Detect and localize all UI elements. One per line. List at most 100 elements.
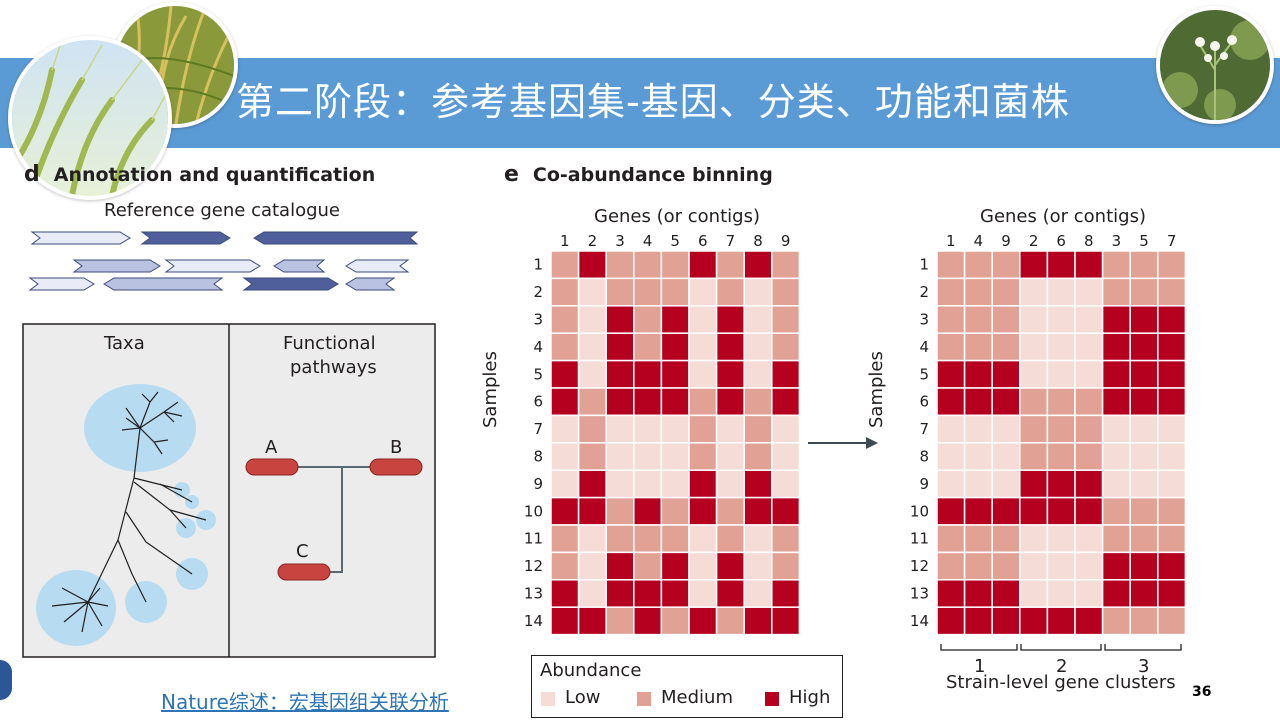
heatmap-cell [1074,551,1104,581]
heatmap-cell [1157,442,1187,471]
heatmap-cell [743,305,773,334]
heatmap-cell [688,359,718,389]
heatmap-cell [771,606,801,636]
row-label: 10 [524,502,543,520]
column-label: 3 [1112,232,1122,250]
heatmap-cell [1157,469,1187,499]
heatmap-cell [936,496,966,526]
column-label: 4 [974,232,984,250]
heatmap-cell [633,579,663,608]
heatmap-cell [1129,524,1159,554]
heatmap-cell [771,442,801,471]
heatmap-cell [1074,469,1104,499]
heatmap-cell [660,332,690,362]
heatmap-cell [1019,606,1049,636]
heatmap-cell [605,387,635,417]
heatmap-cell [1019,469,1049,499]
heatmap-cell [771,277,801,307]
abundance-legend: Abundance Low Medium High [531,655,843,718]
heatmap-cell [1019,305,1049,334]
heatmap-cell [1046,496,1076,526]
heatmap-cell [550,524,580,554]
heatmap-cell [715,387,745,417]
heatmap-cell [550,305,580,334]
heatmap-cell [771,359,801,389]
heatmap-cell [936,277,966,307]
heatmap-cell [660,359,690,389]
heatmap-cell [743,579,773,608]
heatmap-cell [1129,332,1159,362]
heatmap-cell [1046,359,1076,389]
heatmap-cell [550,387,580,417]
nature-review-link[interactable]: Nature综述：宏基因组关联分析 [161,686,449,715]
heatmap-cell [771,469,801,499]
heatmap-cell [688,250,718,280]
heatmap-cell [743,332,773,362]
heatmap-cell [633,414,663,444]
heatmap-cell [1101,579,1131,608]
column-label: 8 [1084,232,1094,250]
heatmap-cell [963,305,993,334]
heatmap-cell [1019,332,1049,362]
heatmap-cell [633,496,663,526]
heatmap-cell [605,551,635,581]
heatmap-cell [936,414,966,444]
heatmap-cell [1046,414,1076,444]
heatmap-cell [550,442,580,471]
heatmap-cell [1046,332,1076,362]
column-label: 8 [753,232,763,250]
heatmap-cell [1157,387,1187,417]
heatmap-cell [577,387,607,417]
heatmap-cell [577,250,607,280]
clusters-caption: Strain-level gene clusters [946,672,1176,693]
heatmap-cell [1074,414,1104,444]
heatmap-cell [743,442,773,471]
heatmap-cell [688,469,718,499]
row-label: 13 [524,585,543,603]
legend-swatch-medium [637,692,651,706]
heatmap-cell [991,496,1021,526]
heatmap-cell [1129,414,1159,444]
heatmap-cell [1074,387,1104,417]
heatmap-cell [633,387,663,417]
heatmap-cell [688,277,718,307]
heatmap-cell [715,579,745,608]
heatmap-cell [1157,250,1187,280]
heatmap-cell [991,332,1021,362]
heatmap-cell [577,414,607,444]
heatmap-cell [1019,414,1049,444]
heatmap-cell [550,250,580,280]
heatmap-cell [577,277,607,307]
heatmap-cell [660,524,690,554]
heatmap-cell [1157,551,1187,581]
row-label: 3 [533,311,543,329]
heatmap-cell [688,496,718,526]
heatmap-cell [688,442,718,471]
heatmap-cell [1157,496,1187,526]
heatmap-cell [1129,551,1159,581]
heatmap-cell [1019,359,1049,389]
heatmap-cell [1129,277,1159,307]
heatmap-cell [1157,332,1187,362]
heatmap-cell [715,277,745,307]
heatmap-cell [963,496,993,526]
row-label: 12 [910,557,929,575]
row-label: 3 [919,311,929,329]
row-label: 12 [524,557,543,575]
row-label: 13 [910,585,929,603]
heatmap-cell [550,332,580,362]
heatmap-cell [1129,387,1159,417]
heatmap-cell [1074,305,1104,334]
heatmap-cell [1129,442,1159,471]
heatmap-cell [991,442,1021,471]
heatmap-cell [577,524,607,554]
heatmap-cell [715,496,745,526]
heatmap-cell [1019,277,1049,307]
heatmap-cell [743,414,773,444]
heatmap-cell [963,442,993,471]
cluster-brackets [940,644,1182,651]
row-label: 4 [533,338,543,356]
heatmap-cell [1101,250,1131,280]
heatmap-cell [743,496,773,526]
heatmap-cell [963,387,993,417]
